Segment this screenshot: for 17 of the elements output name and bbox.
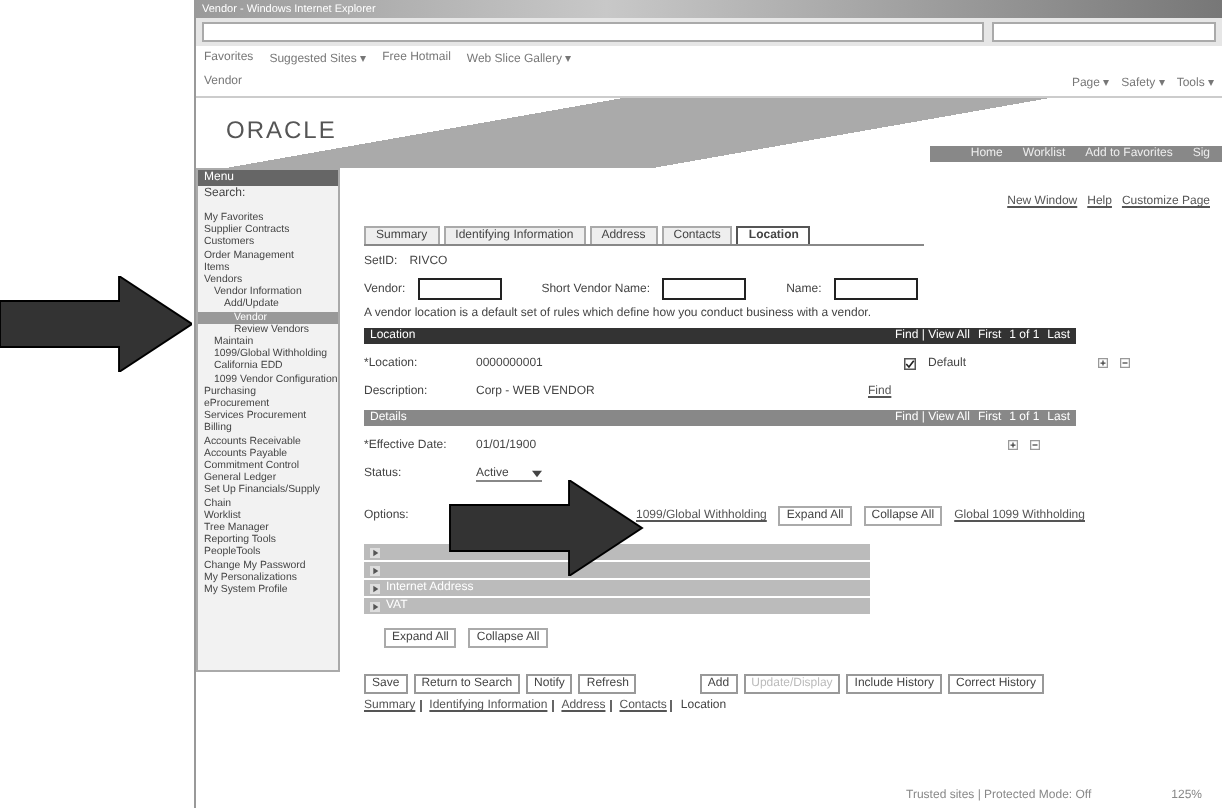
expand-icon[interactable]	[370, 565, 380, 575]
search-field[interactable]	[992, 22, 1216, 42]
input-field[interactable]	[833, 278, 918, 300]
input-field[interactable]	[662, 278, 747, 300]
address-field[interactable]	[202, 22, 984, 42]
oracle-logo: ORACLE	[226, 116, 337, 144]
add-row-button[interactable]	[1008, 440, 1018, 450]
input-field[interactable]	[417, 278, 502, 300]
default-checkbox[interactable]	[904, 357, 916, 369]
arrow-icon	[0, 276, 192, 372]
delete-row-button[interactable]	[1120, 358, 1131, 368]
delete-row-button[interactable]	[1030, 440, 1040, 450]
section-header[interactable]	[364, 562, 870, 578]
add-row-button[interactable]	[1098, 358, 1109, 368]
expand-icon[interactable]	[370, 547, 380, 557]
expand-icon[interactable]	[370, 583, 380, 593]
expand-icon[interactable]	[370, 601, 380, 611]
